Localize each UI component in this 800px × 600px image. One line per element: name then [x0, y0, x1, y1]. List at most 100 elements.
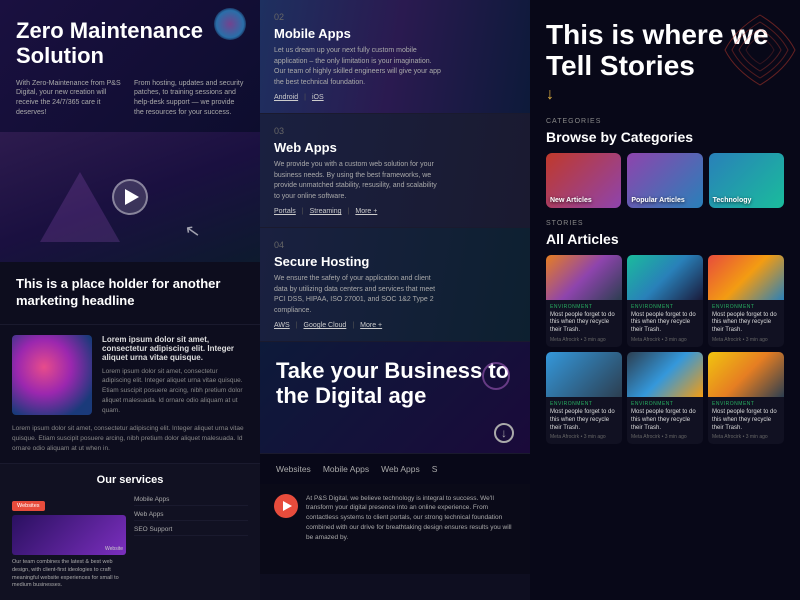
list-item-mobile[interactable]: Mobile Apps — [134, 494, 248, 506]
sc-tag-gcloud[interactable]: Google Cloud — [304, 322, 347, 329]
sc-desc-mobile: Let us dream up your next fully custom m… — [274, 46, 444, 88]
sc-tag-more-web[interactable]: More + — [355, 208, 377, 215]
bottom-play-button[interactable] — [274, 494, 298, 518]
categories-heading: Browse by Categories — [530, 127, 800, 153]
article-img-5 — [708, 352, 784, 397]
sc-title-mobile: Mobile Apps — [274, 26, 516, 41]
sc-num-02: 02 — [274, 12, 516, 22]
sc-title-web: Web Apps — [274, 140, 516, 155]
article-meta-3: Environment Most people forget to do thi… — [546, 397, 622, 444]
sc-tag-streaming[interactable]: Streaming — [310, 208, 342, 215]
article-title-3: Most people forget to do this when they … — [550, 409, 618, 432]
article-env-2: Environment — [712, 304, 780, 310]
categories-label: Categories — [530, 114, 800, 127]
placeholder-panel: This is a place holder for another marke… — [0, 262, 260, 325]
article-author-4: Meta Afrocirk • 3 min ago — [631, 434, 699, 440]
video-triangle-deco — [40, 172, 120, 242]
article-env-3: Environment — [550, 401, 618, 407]
article-author-3: Meta Afrocirk • 3 min ago — [550, 434, 618, 440]
article-img-3 — [546, 352, 622, 397]
article-author-1: Meta Afrocirk • 3 min ago — [631, 337, 699, 343]
sc-tag-android[interactable]: Android — [274, 94, 298, 101]
mid-column: 02 Mobile Apps Let us dream up your next… — [260, 0, 530, 600]
sc-tag-ios[interactable]: iOS — [312, 94, 324, 101]
article-card-0[interactable]: Environment Most people forget to do thi… — [546, 255, 622, 347]
sc-desc-hosting: We ensure the safety of your application… — [274, 274, 444, 316]
article-env-5: Environment — [712, 401, 780, 407]
cat-card-tech[interactable]: Technology — [709, 153, 784, 208]
nav-tab-more[interactable]: S — [432, 462, 438, 476]
cat-card-tech-label: Technology — [713, 197, 752, 204]
lorem-below: Lorem ipsum dolor sit amet, consectetur … — [12, 424, 248, 453]
article-img-0 — [546, 255, 622, 300]
hero-accent-orb — [214, 8, 246, 40]
article-title-1: Most people forget to do this when they … — [631, 312, 699, 335]
article-author-2: Meta Afrocirk • 3 min ago — [712, 337, 780, 343]
article-card-2[interactable]: Environment Most people forget to do thi… — [708, 255, 784, 347]
service-websites: Websites Website Our team combines the l… — [12, 494, 126, 590]
placeholder-heading: This is a place holder for another marke… — [16, 276, 244, 310]
article-title-2: Most people forget to do this when they … — [712, 312, 780, 335]
bottom-desc: At P&S Digital, we believe technology is… — [306, 494, 516, 543]
sc-title-hosting: Secure Hosting — [274, 254, 516, 269]
list-item-seo[interactable]: SEO Support — [134, 524, 248, 536]
cat-card-popular[interactable]: Popular Articles — [627, 153, 702, 208]
article-meta-5: Environment Most people forget to do thi… — [708, 397, 784, 444]
sc-tag-aws[interactable]: AWS — [274, 322, 290, 329]
lorem-blob — [12, 335, 92, 415]
bottom-play-icon — [283, 501, 292, 511]
lorem-text-block: Lorem ipsum dolor sit amet, consectetur … — [102, 335, 248, 416]
sc-num-04: 04 — [274, 240, 516, 250]
cat-card-new-label: New Articles — [550, 197, 592, 204]
article-env-0: Environment — [550, 304, 618, 310]
hero-left-text: With Zero-Maintenance from P&S Digital, … — [16, 79, 126, 118]
nav-tab-webapps[interactable]: Web Apps — [381, 462, 420, 476]
services-panel: Our services Websites Website Our team c… — [0, 463, 260, 600]
nav-tab-websites[interactable]: Websites — [276, 462, 311, 476]
stories-section-label: Stories — [530, 218, 800, 229]
hero-title: Zero Maintenance Solution — [16, 18, 244, 69]
lorem-body: Lorem ipsum dolor sit amet, consectetur … — [102, 367, 248, 416]
article-meta-4: Environment Most people forget to do thi… — [627, 397, 703, 444]
list-item-web[interactable]: Web Apps — [134, 509, 248, 521]
sc-tag-portals[interactable]: Portals — [274, 208, 296, 215]
cat-card-new[interactable]: New Articles — [546, 153, 621, 208]
play-icon — [125, 189, 139, 205]
sc-tag-more-hosting[interactable]: More + — [360, 322, 382, 329]
hero-panel: Zero Maintenance Solution With Zero-Main… — [0, 0, 260, 132]
cta-circle-deco — [482, 362, 510, 390]
service-chip: Websites — [12, 501, 45, 511]
service-card-hosting: 04 Secure Hosting We ensure the safety o… — [260, 228, 530, 342]
service-card-mobile: 02 Mobile Apps Let us dream up your next… — [260, 0, 530, 114]
cta-panel: Take your Business to the Digital age ↓ — [260, 342, 530, 453]
left-column: Zero Maintenance Solution With Zero-Main… — [0, 0, 260, 600]
lorem-heading: Lorem ipsum dolor sit amet, consectetur … — [102, 335, 248, 362]
article-img-4 — [627, 352, 703, 397]
deco-lines-svg — [720, 10, 800, 90]
lorem-panel: Lorem ipsum dolor sit amet, consectetur … — [0, 325, 260, 464]
article-card-1[interactable]: Environment Most people forget to do thi… — [627, 255, 703, 347]
video-panel[interactable]: ↖ — [0, 132, 260, 262]
bottom-services-panel: At P&S Digital, we believe technology is… — [260, 484, 530, 574]
service-thumb: Website — [12, 515, 126, 555]
cta-heading: Take your Business to the Digital age — [276, 358, 514, 409]
category-cards: New Articles Popular Articles Technology — [530, 153, 800, 218]
cta-down-arrow[interactable]: ↓ — [494, 423, 514, 443]
article-title-4: Most people forget to do this when they … — [631, 409, 699, 432]
service-list: Mobile Apps Web Apps SEO Support — [134, 494, 248, 590]
article-card-5[interactable]: Environment Most people forget to do thi… — [708, 352, 784, 444]
services-title: Our services — [12, 474, 248, 486]
article-card-4[interactable]: Environment Most people forget to do thi… — [627, 352, 703, 444]
service-desc: Our team combines the latest & best web … — [12, 559, 126, 590]
article-img-2 — [708, 255, 784, 300]
article-meta-1: Environment Most people forget to do thi… — [627, 300, 703, 347]
article-meta-0: Environment Most people forget to do thi… — [546, 300, 622, 347]
article-env-1: Environment — [631, 304, 699, 310]
services-list: Mobile Apps Web Apps SEO Support — [134, 494, 248, 536]
article-author-5: Meta Afrocirk • 3 min ago — [712, 434, 780, 440]
article-meta-2: Environment Most people forget to do thi… — [708, 300, 784, 347]
nav-tab-mobile[interactable]: Mobile Apps — [323, 462, 369, 476]
article-card-3[interactable]: Environment Most people forget to do thi… — [546, 352, 622, 444]
article-title-5: Most people forget to do this when they … — [712, 409, 780, 432]
stories-deco — [720, 10, 800, 95]
